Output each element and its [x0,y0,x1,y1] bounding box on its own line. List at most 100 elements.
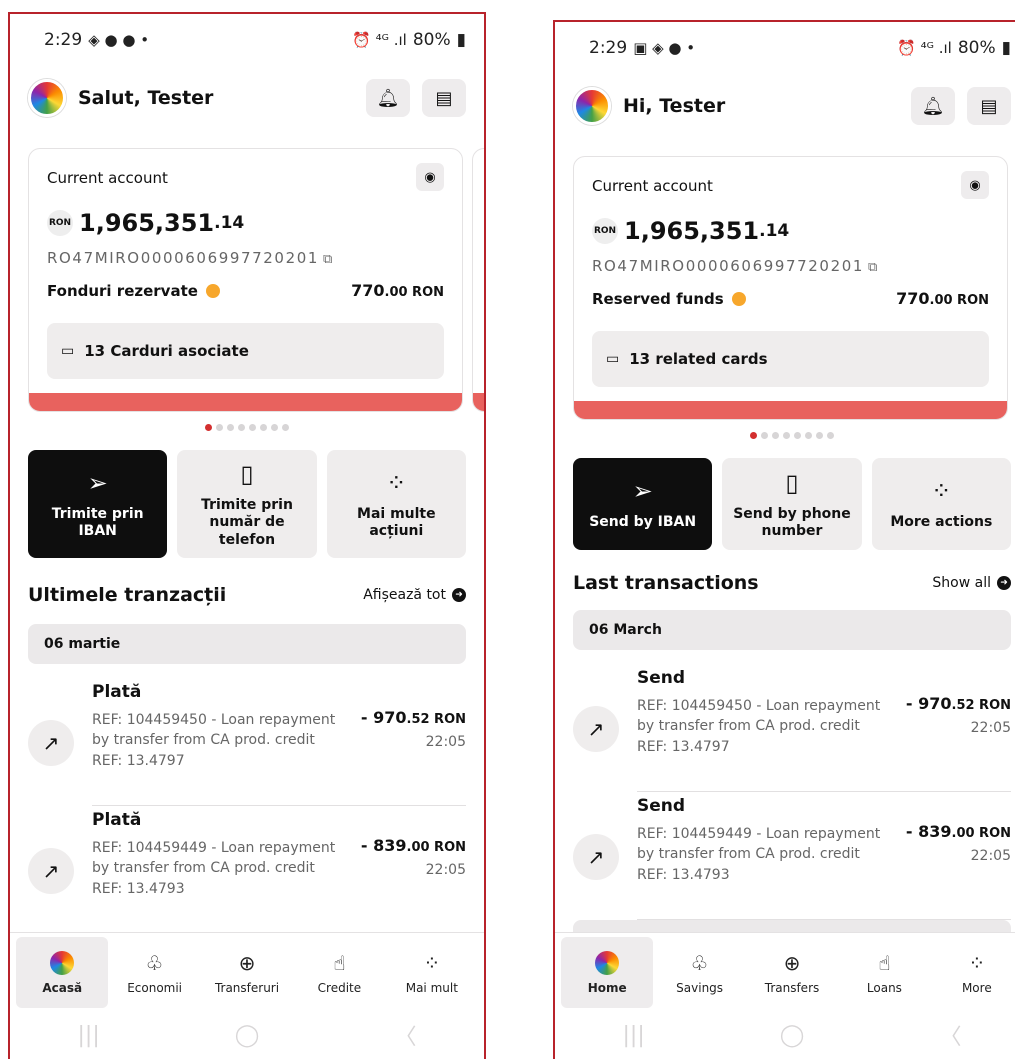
send-by-phone-button[interactable]: ▯ Trimite prin număr de telefon [177,450,317,558]
send-by-iban-button[interactable]: ➢ Trimite prin IBAN [28,450,168,558]
plus-circle-icon: ⊕ [783,950,801,975]
transaction-amount: - 970.52 RON [360,708,466,727]
bell-icon: 🔔︎ [376,87,400,109]
carousel-dots [10,424,484,431]
dots-grid-icon: ⁘ [386,468,407,497]
send-by-iban-button[interactable]: ➢ Send by IBAN [573,458,713,550]
carousel-dot [249,424,256,431]
transaction-item[interactable]: ↗ Send REF: 104459449 - Loan repayment b… [573,796,1011,920]
nav-transfers[interactable]: ⊕ Transferuri [201,937,293,1008]
notifications-button[interactable]: 🔔︎ [366,79,410,117]
toggle-visibility-button[interactable]: ◉ [961,171,989,199]
toggle-visibility-button[interactable]: ◉ [416,163,444,191]
nav-home[interactable]: Home [561,937,654,1008]
home-icon[interactable]: ◯ [235,1023,260,1048]
transaction-amount: - 970.52 RON [905,694,1011,713]
greeting: Hi, Tester [623,95,726,117]
reserved-funds-label: Fonduri rezervate [47,281,198,300]
iban: RO47MIRO0000606997720201 ⧉ [47,249,334,267]
iban-text: RO47MIRO0000606997720201 [592,257,865,275]
balance-decimals: .14 [214,213,245,233]
piggy-bank-icon: ♧ [690,950,709,975]
battery-icon: ▮ [456,30,466,50]
notifications-button[interactable]: 🔔︎ [911,87,955,125]
battery-level: 80% [412,30,451,50]
associated-cards-button[interactable]: ▭ 13 Carduri asociate [47,323,444,379]
reserved-funds-row[interactable]: Fonduri rezervate 770.00 RON [47,281,444,300]
battery-level: 80% [957,38,996,58]
currency-badge: RON [592,218,618,244]
account-card[interactable]: Current account ◉ RON 1,965,351.14 RO47M… [573,156,1008,420]
status-time: 2:29 [589,38,628,58]
carousel-dot [805,432,812,439]
card-wallet-icon: ▤ [435,87,453,109]
nav-savings[interactable]: ♧ Savings [653,937,745,1008]
greeting: Salut, Tester [78,87,214,109]
info-icon[interactable] [205,283,220,298]
nav-savings[interactable]: ♧ Economii [108,937,200,1008]
carousel-dot [783,432,790,439]
carousel-dot [216,424,223,431]
carousel-dot [750,432,757,439]
carousel-dot [761,432,768,439]
carousel-dot [816,432,823,439]
back-icon[interactable]: 〈 [394,1019,416,1051]
transaction-amount: - 839.00 RON [905,822,1011,841]
bottom-navigation: Acasă ♧ Economii ⊕ Transferuri ☝ Credite ⁘ M… [10,932,484,1008]
nav-transfers[interactable]: ⊕ Transfers [746,937,838,1008]
balance: RON 1,965,351.14 [592,217,789,245]
carousel-dot [227,424,234,431]
back-icon[interactable]: 〈 [939,1019,961,1051]
paper-plane-icon: ➢ [632,477,653,506]
arrow-up-right-icon: ↗ [573,706,619,752]
transactions-header: Last transactions Show all ➜ [573,572,1011,594]
transaction-item[interactable]: ↗ Send REF: 104459450 - Loan repayment b… [573,668,1011,792]
home-icon[interactable]: ◯ [780,1023,805,1048]
associated-cards-button[interactable]: ▭ 13 related cards [592,331,989,387]
copy-icon[interactable]: ⧉ [868,260,879,275]
reserved-funds-row[interactable]: Reserved funds 770.00 RON [592,289,989,308]
show-all-link[interactable]: Afișează tot ➜ [363,587,466,603]
status-time: 2:29 [44,30,83,50]
show-all-link[interactable]: Show all ➜ [932,575,1011,591]
notification-icons: ▣ ◈ ● • [633,39,696,57]
eye-icon: ◉ [969,177,981,193]
nav-loans[interactable]: ☝ Loans [838,937,930,1008]
recent-apps-icon[interactable]: ||| [78,1023,100,1048]
transaction-description: REF: 104459449 - Loan repayment by trans… [637,826,881,883]
associated-cards-label: 13 related cards [629,350,768,368]
copy-icon[interactable]: ⧉ [323,252,334,267]
nav-home[interactable]: Acasă [16,937,109,1008]
card-icon: ▭ [61,343,75,359]
arrow-up-right-icon: ↗ [28,848,74,894]
nav-more[interactable]: ⁘ Mai mult [386,937,478,1008]
next-card-peek[interactable] [472,148,484,412]
status-bar: 2:29 ▣ ◈ ● • ⏰ ⁴ᴳ .ıl 80% ▮ [555,22,1015,74]
bank-logo [28,79,66,117]
transaction-description: REF: 104459450 - Loan repayment by trans… [637,698,881,755]
paper-plane-icon: ➢ [87,468,108,497]
send-by-phone-button[interactable]: ▯ Send by phone number [722,458,862,550]
transaction-item[interactable]: ↗ Plată REF: 104459450 - Loan repayment … [28,682,466,806]
card-wallet-icon: ▤ [980,95,998,117]
transaction-item[interactable]: ↗ Plată REF: 104459449 - Loan repayment … [28,810,466,934]
carousel-dot [205,424,212,431]
bank-logo [573,87,611,125]
balance-decimals: .14 [759,221,790,241]
more-actions-button[interactable]: ⁘ Mai multe acțiuni [326,450,466,558]
more-actions-button[interactable]: ⁘ More actions [871,458,1011,550]
cards-button[interactable]: ▤ [967,87,1011,125]
notification-icons: ◈ ● ● • [88,31,150,49]
nav-more[interactable]: ⁘ More [931,937,1015,1008]
recent-apps-icon[interactable]: ||| [623,1023,645,1048]
carousel-dots [555,432,1015,439]
associated-cards-label: 13 Carduri asociate [84,342,249,360]
info-icon[interactable] [731,291,746,306]
bell-icon: 🔔︎ [921,95,945,117]
carousel-dot [260,424,267,431]
nav-loans[interactable]: ☝ Credite [293,937,385,1008]
quick-actions: ➢ Trimite prin IBAN ▯ Trimite prin număr d… [28,450,466,558]
cards-button[interactable]: ▤ [422,79,466,117]
account-card[interactable]: Current account ◉ RON 1,965,351.14 RO47M… [28,148,463,412]
phone-icon: ▯ [785,468,799,497]
